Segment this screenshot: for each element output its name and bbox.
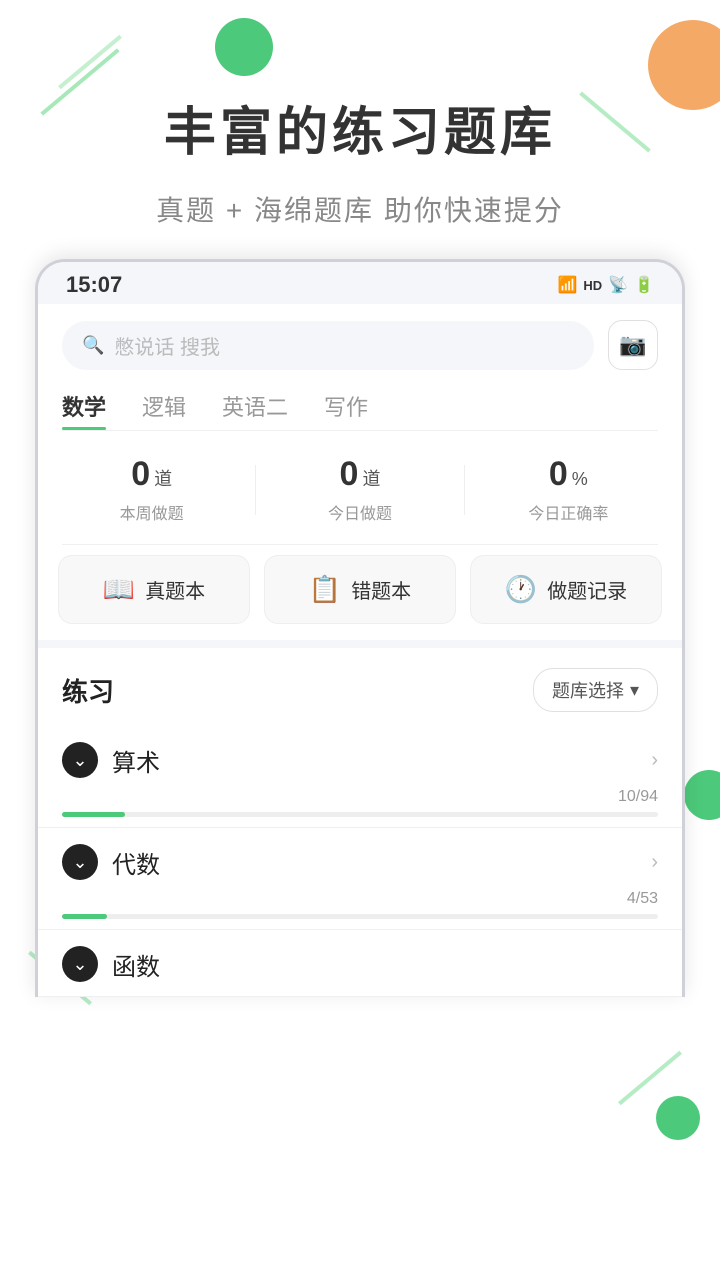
tab-math[interactable]: 数学: [62, 390, 106, 430]
signal-icon: 📡: [608, 275, 628, 295]
cuoti-button[interactable]: 📋 错题本: [264, 555, 456, 624]
practice-item-algebra-name: 代数: [112, 845, 160, 880]
tab-logic[interactable]: 逻辑: [142, 390, 186, 430]
practice-title: 练习: [62, 672, 114, 709]
expand-icon-arithmetic[interactable]: ⌄: [62, 742, 98, 778]
practice-item-arithmetic-left: ⌄ 算术: [62, 742, 160, 778]
phone-content: 🔍 憋说话 搜我 📷 数学 逻辑 英语二 写作: [38, 304, 682, 997]
stat-weekly: 0 道 本周做题: [48, 455, 255, 524]
practice-item-function-header: ⌄ 函数: [62, 946, 658, 982]
stat-daily-number: 0: [340, 455, 359, 494]
wifi-icon: 📶: [557, 275, 577, 295]
error-book-icon: 📋: [309, 574, 341, 605]
camera-button[interactable]: 📷: [608, 320, 658, 370]
hd-icon: HD: [583, 278, 602, 293]
chevron-right-algebra: ›: [651, 851, 658, 874]
status-icons: 📶 HD 📡 🔋: [557, 275, 654, 295]
book-icon: 📖: [103, 574, 135, 605]
stat-accuracy-unit: %: [572, 469, 588, 490]
chevron-down-icon: ▾: [630, 680, 639, 701]
cuoti-label: 错题本: [351, 575, 411, 604]
section-divider: [38, 640, 682, 648]
record-label: 做题记录: [547, 575, 627, 604]
topic-select-button[interactable]: 题库选择 ▾: [533, 668, 658, 712]
tab-english2[interactable]: 英语二: [222, 390, 288, 430]
progress-label-algebra: 4/53: [627, 890, 658, 908]
practice-item-function: ⌄ 函数: [38, 930, 682, 997]
practice-item-arithmetic-header: ⌄ 算术 ›: [62, 742, 658, 778]
record-button[interactable]: 🕐 做题记录: [470, 555, 662, 624]
progress-row-arithmetic: 10/94: [62, 788, 658, 806]
practice-item-function-name: 函数: [112, 947, 160, 982]
stat-accuracy-label: 今日正确率: [465, 500, 672, 524]
progress-bar-fill-arithmetic: [62, 812, 125, 817]
phone-mockup: 15:07 📶 HD 📡 🔋 🔍 憋说话 搜我 📷 数学 逻辑: [35, 259, 685, 997]
practice-item-algebra-left: ⌄ 代数: [62, 844, 160, 880]
progress-row-algebra: 4/53: [62, 890, 658, 908]
search-bar-row: 🔍 憋说话 搜我 📷: [38, 304, 682, 380]
clock-icon: 🕐: [505, 574, 537, 605]
tab-writing[interactable]: 写作: [324, 390, 368, 430]
battery-icon: 🔋: [634, 275, 654, 295]
hero-subtitle: 真题 + 海绵题库 助你快速提分: [0, 189, 720, 229]
stat-weekly-label: 本周做题: [48, 500, 255, 524]
deco-circle-green-bottom: [656, 1096, 700, 1140]
practice-item-function-left: ⌄ 函数: [62, 946, 160, 982]
zhenti-button[interactable]: 📖 真题本: [58, 555, 250, 624]
hero-section: 丰富的练习题库 真题 + 海绵题库 助你快速提分: [0, 0, 720, 259]
progress-bar-fill-algebra: [62, 914, 107, 919]
status-time: 15:07: [66, 272, 122, 298]
stats-row: 0 道 本周做题 0 道 今日做题 0 % 今日正确率: [38, 431, 682, 544]
chevron-down-icon-algebra: ⌄: [72, 852, 87, 873]
zhenti-label: 真题本: [145, 575, 205, 604]
expand-icon-algebra[interactable]: ⌄: [62, 844, 98, 880]
topic-select-label: 题库选择: [552, 677, 624, 703]
search-icon: 🔍: [82, 335, 104, 356]
search-placeholder-text: 憋说话 搜我: [114, 331, 220, 360]
camera-icon: 📷: [619, 332, 646, 358]
stat-weekly-unit: 道: [154, 465, 172, 491]
stat-accuracy: 0 % 今日正确率: [465, 455, 672, 524]
stat-daily: 0 道 今日做题: [256, 455, 463, 524]
progress-label-arithmetic: 10/94: [618, 788, 658, 806]
progress-bar-wrap-algebra: [62, 914, 658, 919]
stat-daily-unit: 道: [362, 465, 380, 491]
status-bar: 15:07 📶 HD 📡 🔋: [38, 262, 682, 304]
stat-daily-label: 今日做题: [256, 500, 463, 524]
practice-item-arithmetic: ⌄ 算术 › 10/94: [38, 726, 682, 828]
chevron-down-icon-function: ⌄: [72, 954, 87, 975]
stat-accuracy-number: 0: [549, 455, 568, 494]
hero-title: 丰富的练习题库: [0, 90, 720, 165]
practice-item-algebra-header: ⌄ 代数 ›: [62, 844, 658, 880]
chevron-down-icon-arithmetic: ⌄: [72, 750, 87, 771]
tabs-row: 数学 逻辑 英语二 写作: [38, 380, 682, 430]
practice-item-arithmetic-name: 算术: [112, 743, 160, 778]
deco-circle-green-mid: [684, 770, 720, 820]
stat-weekly-number: 0: [131, 455, 150, 494]
expand-icon-function[interactable]: ⌄: [62, 946, 98, 982]
chevron-right-arithmetic: ›: [651, 749, 658, 772]
practice-header: 练习 题库选择 ▾: [38, 648, 682, 726]
action-row: 📖 真题本 📋 错题本 🕐 做题记录: [38, 545, 682, 640]
practice-item-algebra: ⌄ 代数 › 4/53: [38, 828, 682, 930]
search-input-wrap[interactable]: 🔍 憋说话 搜我: [62, 321, 594, 370]
progress-bar-wrap-arithmetic: [62, 812, 658, 817]
